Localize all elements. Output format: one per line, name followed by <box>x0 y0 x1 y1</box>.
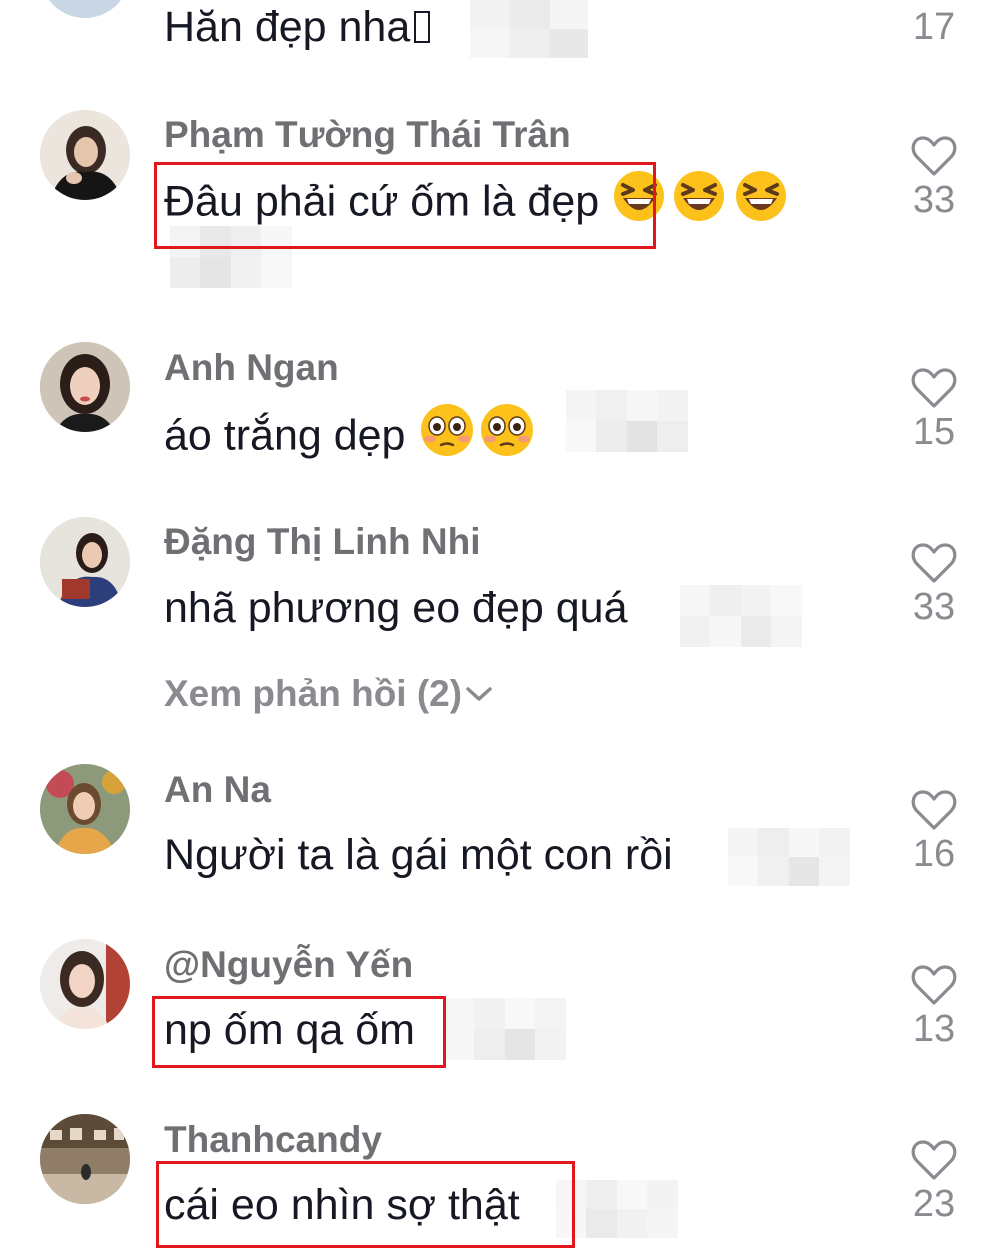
flushed-emoji <box>477 403 537 465</box>
heart-icon[interactable] <box>911 1139 957 1181</box>
username[interactable]: Đặng Thị Linh Nhi <box>164 523 481 560</box>
like-button[interactable]: 33 <box>906 542 962 626</box>
heart-icon[interactable] <box>911 135 957 177</box>
flushed-emoji <box>419 403 475 465</box>
like-button[interactable]: 17 <box>906 4 962 46</box>
like-button[interactable]: 15 <box>906 367 962 451</box>
heart-icon[interactable] <box>911 789 957 831</box>
pixelated-emoji <box>444 998 566 1065</box>
like-count: 33 <box>912 586 956 628</box>
username[interactable]: @Nguyễn Yến <box>164 946 413 983</box>
like-count: 17 <box>912 6 956 48</box>
highlight-box <box>152 996 446 1068</box>
like-button[interactable]: 13 <box>906 964 962 1048</box>
pixelated-emoji <box>728 828 850 891</box>
highlight-box <box>156 1161 575 1248</box>
avatar[interactable] <box>40 517 130 607</box>
like-count: 16 <box>912 833 956 875</box>
comment-text: Người ta là gái một con rồi <box>164 831 673 879</box>
laughing-emoji <box>669 170 729 230</box>
like-count: 33 <box>912 179 956 221</box>
like-count: 23 <box>912 1183 956 1225</box>
highlight-box <box>154 162 656 249</box>
like-count: 15 <box>912 411 956 453</box>
comment-text: Hăn đẹp nha <box>164 6 431 49</box>
heart-icon[interactable] <box>911 542 957 584</box>
like-button[interactable]: 23 <box>906 1139 962 1223</box>
pixelated-emoji <box>680 585 802 652</box>
view-replies-button[interactable]: Xem phản hồi (2) <box>164 675 494 712</box>
username[interactable]: Phạm Tường Thái Trân <box>164 116 571 153</box>
heart-icon[interactable] <box>911 367 957 409</box>
pixelated-emoji <box>566 390 688 457</box>
avatar[interactable] <box>40 939 130 1029</box>
like-button[interactable]: 33 <box>906 135 962 219</box>
like-count: 13 <box>912 1008 956 1050</box>
avatar[interactable] <box>40 764 130 854</box>
username[interactable]: Anh Ngan <box>164 349 339 386</box>
comment-text: nhã phương eo đẹp quá <box>164 584 628 632</box>
username[interactable]: Thanhcandy <box>164 1121 382 1158</box>
like-button[interactable]: 16 <box>906 789 962 873</box>
laughing-emoji <box>731 170 791 230</box>
pixelated-emoji <box>470 0 588 63</box>
avatar[interactable] <box>40 342 130 432</box>
avatar[interactable] <box>40 1114 130 1204</box>
avatar[interactable] <box>40 110 130 200</box>
heart-icon[interactable] <box>911 964 957 1006</box>
chevron-down-icon <box>466 687 492 701</box>
username[interactable]: An Na <box>164 771 271 808</box>
avatar[interactable] <box>40 0 130 18</box>
comment-text: áo trắng dẹp <box>164 404 537 465</box>
